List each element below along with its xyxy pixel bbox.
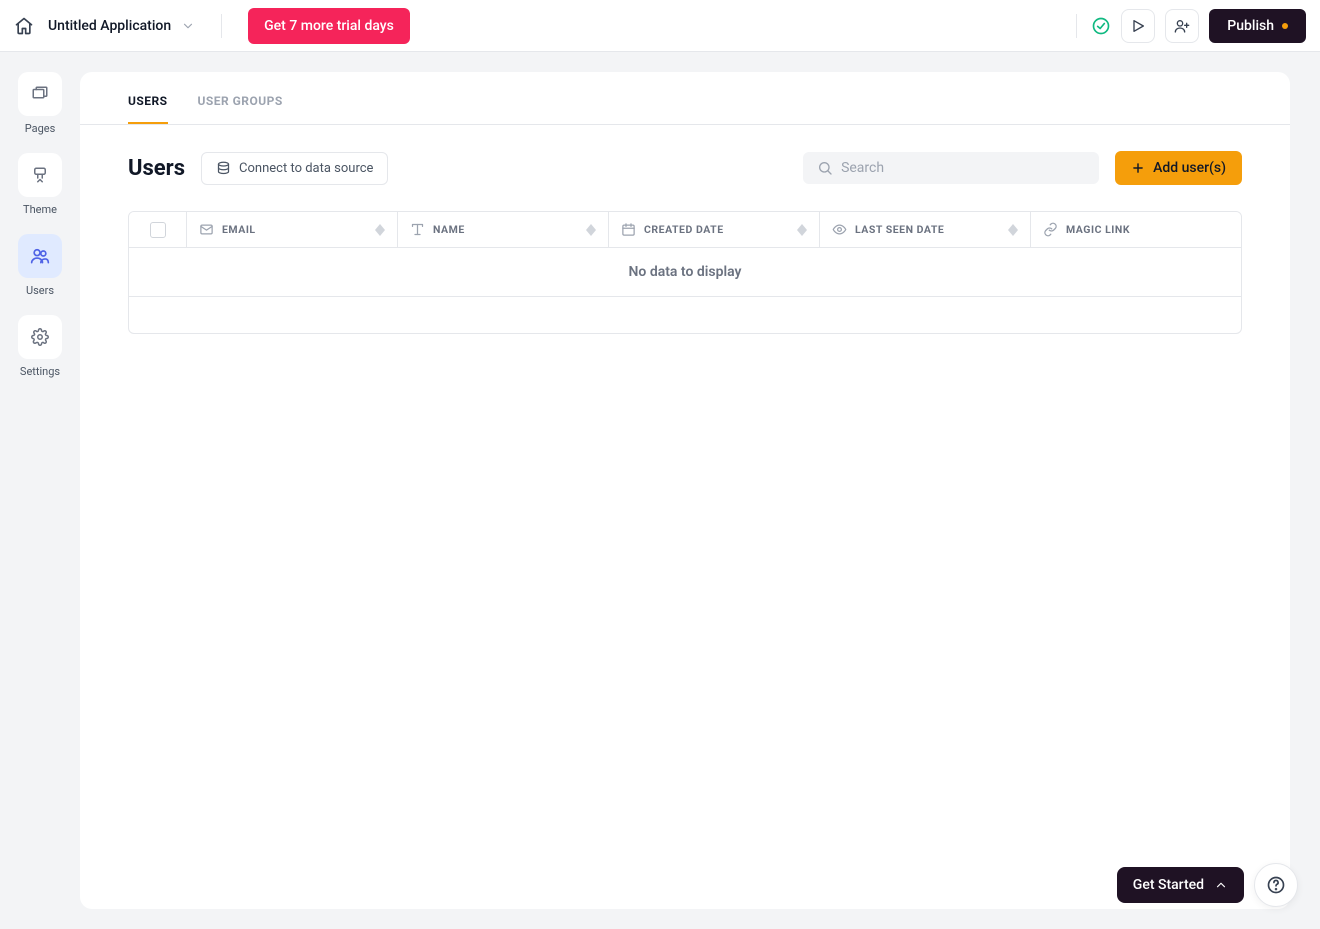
eye-icon <box>832 222 847 237</box>
invite-user-button[interactable] <box>1165 9 1199 43</box>
column-magic-link[interactable]: MAGIC LINK <box>1031 212 1241 247</box>
add-user-button[interactable]: Add user(s) <box>1115 151 1242 185</box>
column-label: MAGIC LINK <box>1066 223 1130 236</box>
connect-data-source-button[interactable]: Connect to data source <box>201 152 388 185</box>
sidebar-item-pages[interactable]: Pages <box>18 72 62 135</box>
sort-icon[interactable] <box>1008 224 1018 236</box>
page-title: Users <box>128 156 185 181</box>
sidebar-item-label: Theme <box>23 203 57 216</box>
header-right: Publish <box>1076 9 1306 43</box>
column-last-seen-date[interactable]: LAST SEEN DATE <box>820 212 1031 247</box>
pages-icon <box>31 85 49 103</box>
column-label: LAST SEEN DATE <box>855 223 944 236</box>
gear-icon <box>31 328 49 346</box>
column-label: EMAIL <box>222 223 256 236</box>
sidebar-item-settings[interactable]: Settings <box>18 315 62 378</box>
calendar-icon <box>621 222 636 237</box>
mail-icon <box>199 222 214 237</box>
sidebar-item-label: Settings <box>20 365 60 378</box>
checkbox-icon[interactable] <box>150 222 166 238</box>
column-created-date[interactable]: CREATED DATE <box>609 212 820 247</box>
table-empty-message: No data to display <box>129 248 1241 297</box>
plus-icon <box>1131 161 1145 175</box>
sort-icon[interactable] <box>586 224 596 236</box>
theme-icon <box>31 166 49 184</box>
chevron-down-icon <box>181 19 195 33</box>
home-icon[interactable] <box>14 16 34 36</box>
app-title-dropdown[interactable]: Untitled Application <box>48 18 195 34</box>
app-header: Untitled Application Get 7 more trial da… <box>0 0 1320 52</box>
header-left: Untitled Application Get 7 more trial da… <box>14 8 410 44</box>
connect-label: Connect to data source <box>239 161 373 176</box>
search-icon <box>817 160 833 176</box>
tabs: USERS USER GROUPS <box>80 72 1290 125</box>
column-label: NAME <box>433 223 465 236</box>
sidebar: Pages Theme Users Settings <box>0 52 80 929</box>
divider <box>1076 14 1077 38</box>
chevron-up-icon <box>1214 878 1228 892</box>
trial-button[interactable]: Get 7 more trial days <box>248 8 410 44</box>
toolbar: Users Connect to data source Add user(s) <box>80 125 1290 211</box>
help-icon <box>1266 875 1286 895</box>
sort-icon[interactable] <box>375 224 385 236</box>
publish-label: Publish <box>1227 18 1274 34</box>
user-plus-icon <box>1174 18 1190 34</box>
publish-button[interactable]: Publish <box>1209 9 1306 43</box>
table-footer <box>129 297 1241 333</box>
column-email[interactable]: EMAIL <box>187 212 398 247</box>
search-input-wrap[interactable] <box>803 152 1099 184</box>
text-icon <box>410 222 425 237</box>
sidebar-item-label: Pages <box>25 122 56 135</box>
sort-icon[interactable] <box>797 224 807 236</box>
select-all-header[interactable] <box>129 212 187 247</box>
get-started-button[interactable]: Get Started <box>1117 867 1244 903</box>
tab-user-groups[interactable]: USER GROUPS <box>198 94 283 124</box>
table-header: EMAIL NAME CREATED <box>129 212 1241 248</box>
divider <box>221 14 222 38</box>
tab-users[interactable]: USERS <box>128 94 168 124</box>
get-started-label: Get Started <box>1133 877 1204 893</box>
preview-button[interactable] <box>1121 9 1155 43</box>
sidebar-item-theme[interactable]: Theme <box>18 153 62 216</box>
column-name[interactable]: NAME <box>398 212 609 247</box>
search-input[interactable] <box>841 160 1085 176</box>
app-title: Untitled Application <box>48 18 171 34</box>
sidebar-item-users[interactable]: Users <box>18 234 62 297</box>
users-table: EMAIL NAME CREATED <box>128 211 1242 334</box>
play-icon <box>1130 18 1146 34</box>
column-label: CREATED DATE <box>644 223 724 236</box>
sidebar-item-label: Users <box>26 284 54 297</box>
status-ok-icon[interactable] <box>1091 16 1111 36</box>
link-icon <box>1043 222 1058 237</box>
status-dot-icon <box>1282 23 1288 29</box>
help-button[interactable] <box>1254 863 1298 907</box>
add-user-label: Add user(s) <box>1153 160 1226 176</box>
database-icon <box>216 161 231 176</box>
users-icon <box>30 246 50 266</box>
main-panel: USERS USER GROUPS Users Connect to data … <box>80 72 1290 909</box>
